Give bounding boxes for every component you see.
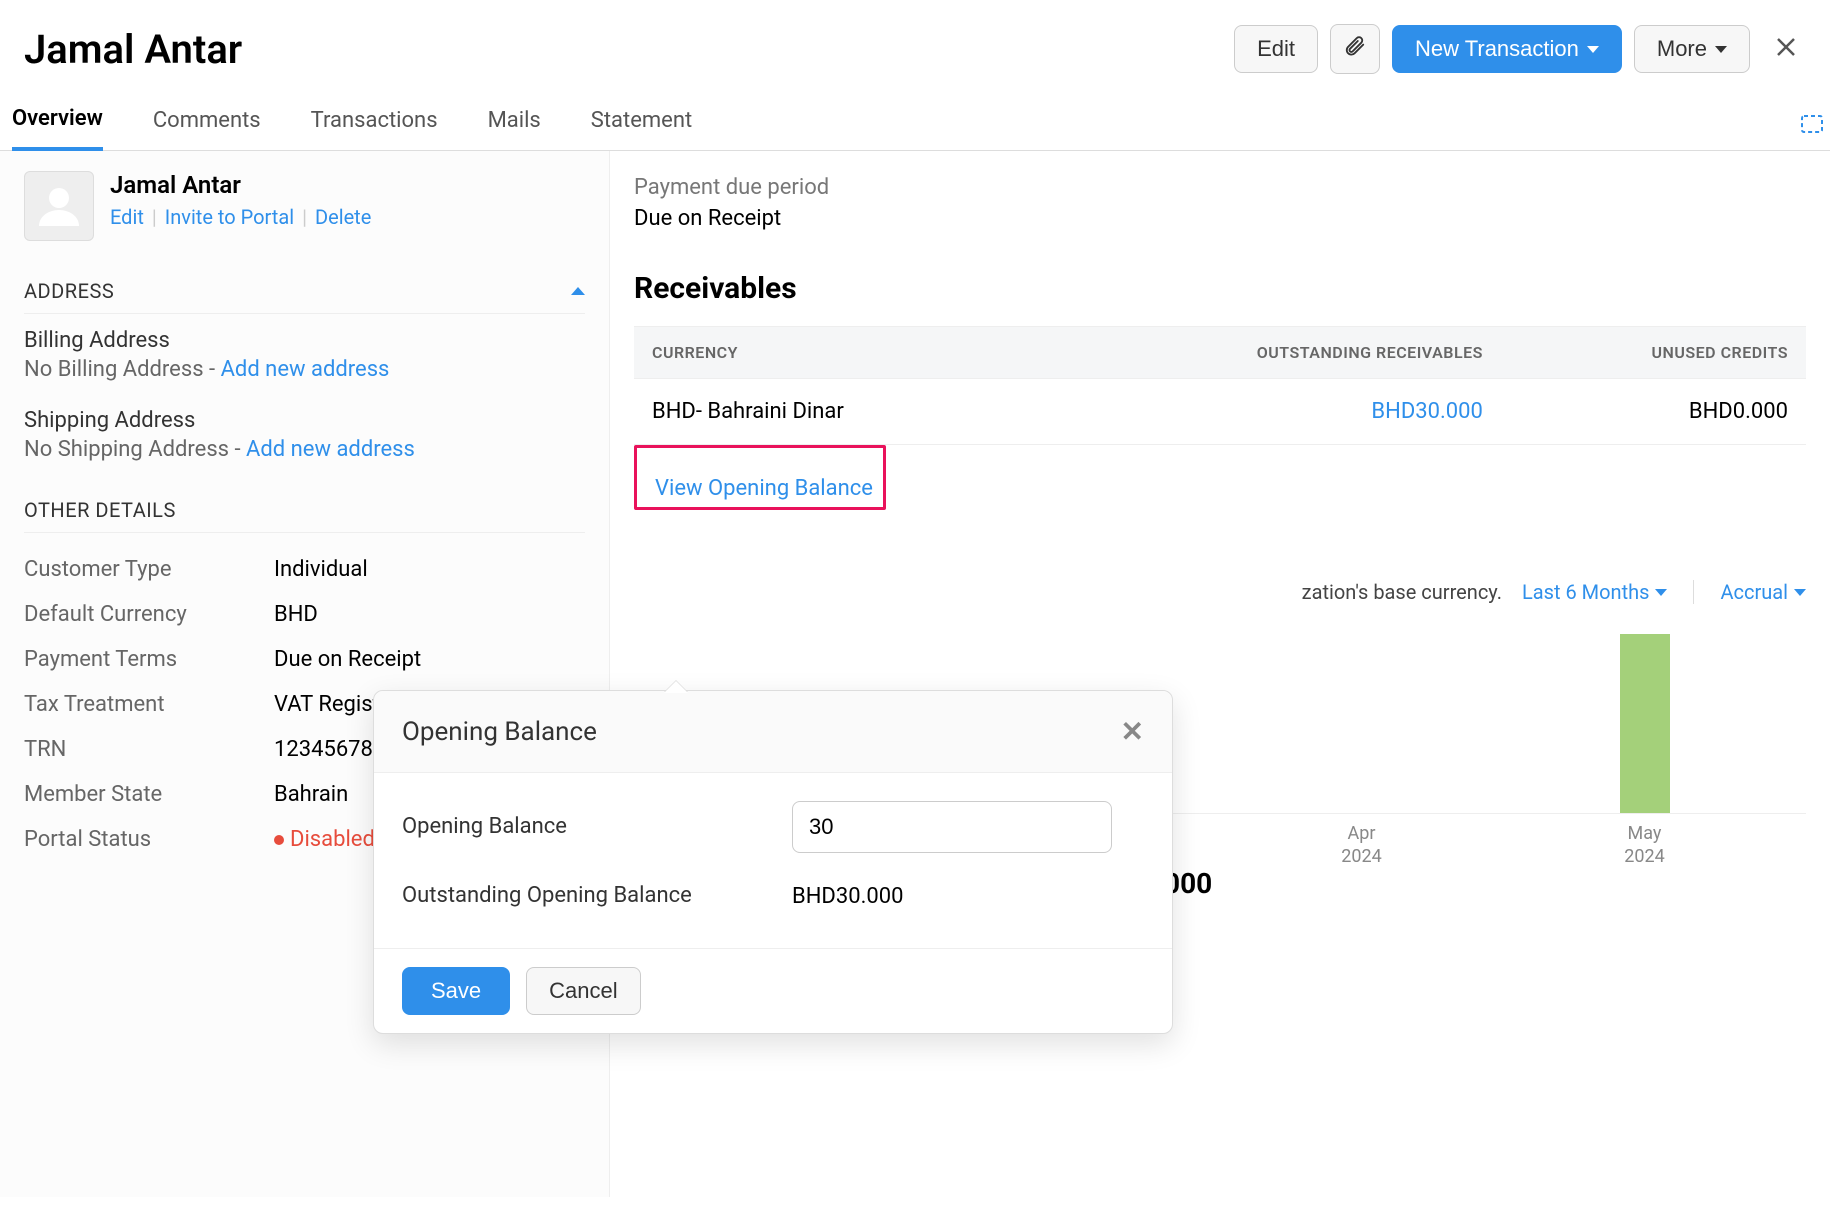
attachment-button[interactable]	[1330, 24, 1380, 74]
edit-button[interactable]: Edit	[1234, 25, 1318, 73]
address-heading-label: ADDRESS	[24, 279, 114, 303]
page-title: Jamal Antar	[24, 26, 242, 73]
detail-row: Customer Type Individual	[24, 547, 585, 592]
popover-arrow-icon	[664, 681, 688, 693]
payment-due-value: Due on Receipt	[634, 206, 1806, 231]
col-unused: UNUSED CREDITS	[1501, 327, 1806, 379]
chart-bar-slot	[1503, 634, 1786, 813]
detail-label: Customer Type	[24, 547, 274, 592]
detail-label: TRN	[24, 727, 274, 772]
profile-delete-link[interactable]: Delete	[315, 205, 371, 229]
caret-down-icon	[1587, 46, 1599, 53]
more-label: More	[1657, 36, 1707, 62]
detail-label: Member State	[24, 772, 274, 817]
avatar	[24, 171, 94, 241]
chart-axis-label: Apr2024	[1220, 822, 1503, 869]
caret-down-icon	[1715, 46, 1727, 53]
basis-dropdown[interactable]: Accrual	[1720, 580, 1806, 604]
col-currency: CURRENCY	[634, 327, 1037, 379]
detail-label: Tax Treatment	[24, 682, 274, 727]
chart-bar	[1620, 634, 1670, 813]
main-content: Payment due period Due on Receipt Receiv…	[610, 151, 1830, 1197]
other-details-header: OTHER DETAILS	[24, 488, 585, 533]
outstanding-cell[interactable]: BHD30.000	[1371, 399, 1482, 424]
base-currency-note-text: zation's base currency.	[1302, 580, 1502, 604]
outstanding-opening-label: Outstanding Opening Balance	[402, 881, 772, 912]
popover-title: Opening Balance	[402, 717, 597, 747]
col-outstanding: OUTSTANDING RECEIVABLES	[1037, 327, 1501, 379]
detail-label: Portal Status	[24, 817, 274, 862]
detail-value: BHD	[274, 592, 585, 637]
profile-invite-link[interactable]: Invite to Portal	[165, 205, 294, 229]
chart-axis-label: May2024	[1503, 822, 1786, 869]
range-dropdown[interactable]: Last 6 Months	[1522, 580, 1667, 604]
shipping-address-title: Shipping Address	[24, 408, 585, 433]
outstanding-opening-value: BHD30.000	[792, 884, 903, 909]
close-button[interactable]	[1766, 28, 1806, 71]
portal-status-value: Disabled	[290, 827, 375, 852]
receivables-table: CURRENCY OUTSTANDING RECEIVABLES UNUSED …	[634, 326, 1806, 445]
add-shipping-address-link[interactable]: Add new address	[246, 437, 415, 462]
detail-label: Payment Terms	[24, 637, 274, 682]
unused-cell: BHD0.000	[1501, 379, 1806, 445]
detail-value: Due on Receipt	[274, 637, 585, 682]
tab-transactions[interactable]: Transactions	[311, 96, 438, 149]
caret-down-icon	[1794, 589, 1806, 596]
receivables-heading: Receivables	[634, 271, 1806, 306]
detail-value: Individual	[274, 547, 585, 592]
header-actions: Edit New Transaction More	[1234, 24, 1806, 74]
billing-address-title: Billing Address	[24, 328, 585, 353]
save-button[interactable]: Save	[402, 967, 510, 1015]
tab-statement[interactable]: Statement	[591, 96, 692, 149]
popover-close-button[interactable]: ✕	[1121, 715, 1144, 748]
detail-row: Payment Terms Due on Receipt	[24, 637, 585, 682]
other-details-heading-label: OTHER DETAILS	[24, 498, 176, 522]
profile-name: Jamal Antar	[110, 171, 371, 199]
view-opening-highlight: View Opening Balance	[634, 445, 886, 510]
new-transaction-button[interactable]: New Transaction	[1392, 25, 1622, 73]
page-header: Jamal Antar Edit New Transaction More	[0, 0, 1830, 94]
cancel-button[interactable]: Cancel	[526, 967, 640, 1015]
tabs-bar: Overview Comments Transactions Mails Sta…	[0, 94, 1830, 151]
payment-due-label: Payment due period	[634, 175, 834, 200]
paperclip-icon	[1344, 34, 1366, 64]
opening-balance-popover: Opening Balance ✕ Opening Balance Outsta…	[373, 690, 1173, 1034]
chart-bar-slot	[1220, 634, 1503, 813]
currency-cell: BHD- Bahraini Dinar	[634, 379, 1037, 445]
profile-block: Jamal Antar Edit | Invite to Portal | De…	[24, 171, 585, 241]
view-opening-balance-link[interactable]: View Opening Balance	[645, 470, 883, 507]
basis-label: Accrual	[1720, 580, 1788, 604]
caret-down-icon	[1655, 589, 1667, 596]
add-billing-address-link[interactable]: Add new address	[221, 357, 390, 382]
address-section-header[interactable]: ADDRESS	[24, 269, 585, 314]
opening-balance-field-label: Opening Balance	[402, 812, 772, 843]
tab-overview[interactable]: Overview	[12, 94, 103, 151]
more-button[interactable]: More	[1634, 25, 1750, 73]
profile-edit-link[interactable]: Edit	[110, 205, 144, 229]
range-label: Last 6 Months	[1522, 580, 1649, 604]
shipping-address-value: No Shipping Address -	[24, 437, 246, 462]
tab-mails[interactable]: Mails	[488, 96, 541, 149]
opening-balance-input[interactable]	[792, 801, 1112, 853]
expand-icon[interactable]	[1800, 114, 1824, 140]
table-row: BHD- Bahraini Dinar BHD30.000 BHD0.000	[634, 379, 1806, 445]
left-sidebar: Jamal Antar Edit | Invite to Portal | De…	[0, 151, 610, 1197]
billing-address-value: No Billing Address -	[24, 357, 221, 382]
status-dot-icon	[274, 835, 284, 845]
detail-label: Default Currency	[24, 592, 274, 637]
new-transaction-label: New Transaction	[1415, 36, 1579, 62]
detail-row: Default Currency BHD	[24, 592, 585, 637]
chevron-up-icon	[571, 287, 585, 295]
tab-comments[interactable]: Comments	[153, 96, 261, 149]
